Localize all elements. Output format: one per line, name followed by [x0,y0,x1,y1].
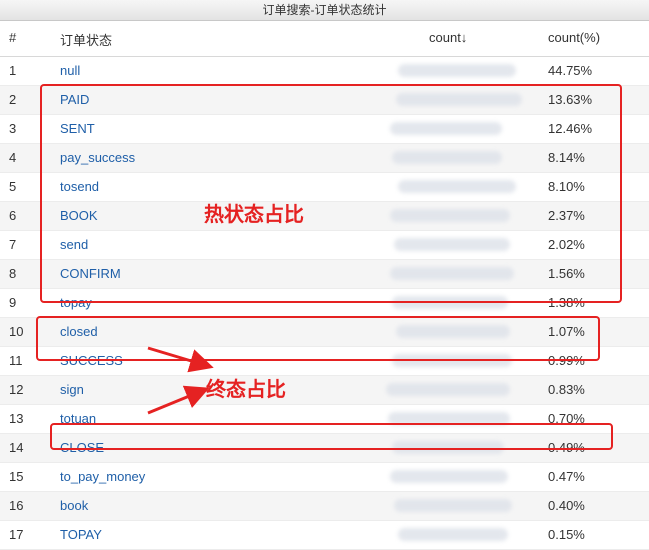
arrow-to-final-box-1 [147,346,214,373]
annotation-arrows [147,346,214,415]
arrow-to-final-box-2 [147,385,210,415]
